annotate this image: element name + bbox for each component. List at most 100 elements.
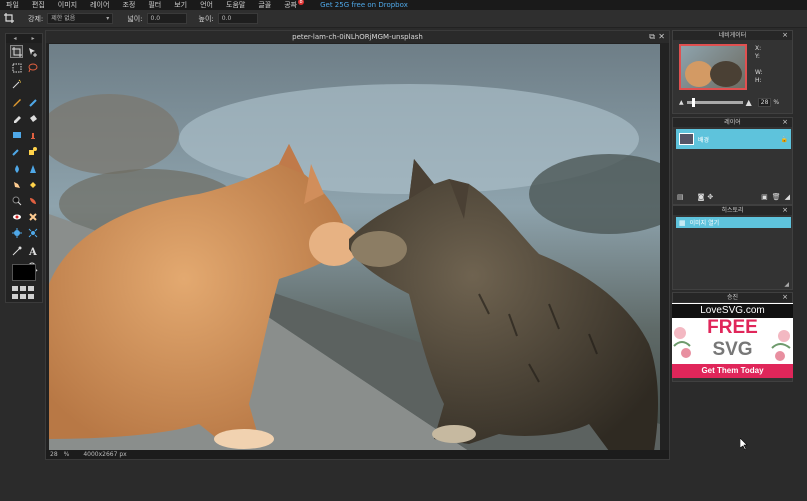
menu-adjust[interactable]: 조정 — [122, 0, 135, 10]
zoom-slider[interactable] — [686, 97, 743, 107]
bloat-icon[interactable] — [10, 226, 23, 239]
bucket-icon[interactable] — [26, 112, 39, 125]
blur-icon[interactable] — [10, 162, 23, 175]
x-label: X: — [755, 45, 762, 52]
pinch-icon[interactable] — [26, 226, 39, 239]
notification-badge: 8 — [298, 0, 305, 5]
zoom-out-icon[interactable]: ▲ — [679, 99, 684, 106]
spot-heal-icon[interactable] — [26, 210, 39, 223]
menu-fonts[interactable]: 글꼴 — [258, 0, 271, 10]
history-item-label: 이미지 열기 — [689, 220, 720, 227]
restore-icon[interactable]: ⧉ — [649, 31, 655, 43]
layer-name: 배경 — [698, 136, 710, 144]
pencil-icon[interactable] — [10, 96, 23, 109]
layer-settings-icon[interactable]: ▤ — [677, 193, 684, 201]
navigator-thumbnail[interactable] — [679, 44, 747, 90]
history-header[interactable]: 히스토리 × — [673, 206, 792, 215]
canvas-title: peter-lam-ch-0iNLhORjMGM-unsplash — [292, 33, 423, 41]
navigator-zoom-input[interactable]: 28 — [757, 97, 772, 107]
svg-text:A: A — [28, 247, 37, 256]
menu-image[interactable]: 이미지 — [58, 0, 77, 10]
ad-line1: FREE — [707, 317, 758, 338]
grid-icon[interactable] — [12, 286, 36, 300]
gradient-icon[interactable] — [10, 128, 23, 141]
marquee-tool-icon[interactable] — [10, 61, 23, 74]
sponge-icon[interactable] — [26, 178, 39, 191]
constraint-select[interactable]: 제한 없음 — [47, 13, 114, 24]
trash-icon[interactable]: 🗑 — [772, 193, 781, 201]
w-label: W: — [755, 69, 763, 76]
ad-banner[interactable]: LoveSVG.com FREE SVG Get Them Today — [672, 303, 793, 378]
move-tool-icon[interactable] — [26, 45, 39, 58]
crop-icon — [4, 12, 14, 25]
magic-wand-icon[interactable] — [10, 77, 23, 90]
thumbnail-image — [685, 61, 742, 87]
promo-header[interactable]: 승진 × — [673, 293, 792, 302]
mouse-cursor-icon — [740, 438, 748, 450]
new-layer-icon[interactable]: ▣ — [761, 193, 768, 201]
close-icon[interactable]: × — [782, 293, 788, 302]
menu-layer[interactable]: 레이어 — [90, 0, 109, 10]
burn-icon[interactable] — [26, 194, 39, 207]
draw-shape-icon[interactable] — [26, 144, 39, 157]
text-tool-icon[interactable]: A — [26, 244, 39, 257]
layers-header[interactable]: 레이어 × — [673, 118, 792, 127]
sharpen-icon[interactable] — [26, 162, 39, 175]
zoom-control: ▲ ▲ 28 % — [679, 97, 789, 107]
history-panel: 히스토리 × ▦ 이미지 열기 ◢ — [672, 205, 793, 290]
toolbox: ◂ ▸ A — [5, 33, 43, 303]
menu-file[interactable]: 파일 — [6, 0, 19, 10]
zoom-value[interactable]: 28 — [50, 451, 58, 458]
eraser-icon[interactable] — [10, 112, 23, 125]
y-label: Y: — [755, 53, 760, 60]
layer-row[interactable]: 배경 🔒 — [676, 129, 791, 149]
layers-title: 레이어 — [724, 119, 741, 126]
close-icon[interactable]: × — [782, 118, 788, 127]
color-replace-icon[interactable] — [10, 144, 23, 157]
close-icon[interactable]: × — [782, 31, 788, 40]
menu-filter[interactable]: 필터 — [148, 0, 161, 10]
close-icon[interactable]: ✕ — [658, 31, 665, 43]
photo-canvas[interactable] — [49, 44, 660, 451]
lock-icon[interactable]: 🔒 — [781, 136, 788, 143]
history-item[interactable]: ▦ 이미지 열기 — [676, 217, 791, 228]
resize-handle-icon[interactable]: ◢ — [784, 281, 789, 288]
menu-language[interactable]: 언어 — [200, 0, 213, 10]
dropbox-link[interactable]: Get 25G free on Dropbox — [320, 0, 408, 10]
canvas-title-bar[interactable]: peter-lam-ch-0iNLhORjMGM-unsplash — [46, 31, 669, 43]
arrow-right-icon[interactable]: ▸ — [31, 35, 34, 42]
smudge-icon[interactable] — [10, 178, 23, 191]
menu-free[interactable]: 공짜 8 — [284, 0, 305, 10]
navigator-panel: 네비게이터 × X: Y: W: H: ▲ ▲ 28 % — [672, 30, 793, 114]
layer-style-icon[interactable]: ✥ — [707, 193, 713, 201]
red-eye-icon[interactable] — [10, 210, 23, 223]
close-icon[interactable]: × — [782, 206, 788, 215]
navigator-header[interactable]: 네비게이터 × — [673, 31, 792, 40]
arrow-left-icon[interactable]: ◂ — [13, 35, 16, 42]
color-picker-icon[interactable] — [10, 244, 23, 257]
height-input[interactable]: 0.0 — [217, 13, 258, 24]
menu-view[interactable]: 보기 — [174, 0, 187, 10]
navigator-zoom-unit: % — [773, 98, 780, 106]
cats-photo — [49, 44, 660, 451]
dodge-icon[interactable] — [10, 194, 23, 207]
width-input[interactable]: 0.0 — [146, 13, 187, 24]
layers-panel: 레이어 × 배경 🔒 ▤ ◙ ✥ ▣ 🗑 ◢ — [672, 117, 793, 205]
navigator-title: 네비게이터 — [718, 32, 747, 39]
stamp-icon[interactable] — [26, 128, 39, 141]
menu-edit[interactable]: 편집 — [32, 0, 45, 10]
promo-title: 승진 — [726, 294, 739, 301]
crop-tool-icon[interactable] — [10, 45, 23, 58]
menu-help[interactable]: 도움말 — [226, 0, 245, 10]
brush-icon[interactable] — [26, 96, 39, 109]
history-title: 히스토리 — [721, 207, 744, 214]
primary-color-swatch[interactable] — [12, 264, 36, 281]
zoom-slider-handle[interactable] — [691, 97, 695, 107]
ad-cta[interactable]: Get Them Today — [672, 364, 793, 378]
toolbox-header[interactable]: ◂ ▸ — [6, 34, 42, 43]
layer-mask-icon[interactable]: ◙ — [698, 193, 705, 201]
zoom-in-icon[interactable]: ▲ — [746, 98, 752, 107]
resize-handle-icon[interactable]: ◢ — [785, 193, 790, 201]
width-label: 넓이: — [127, 14, 143, 23]
lasso-tool-icon[interactable] — [26, 61, 39, 74]
